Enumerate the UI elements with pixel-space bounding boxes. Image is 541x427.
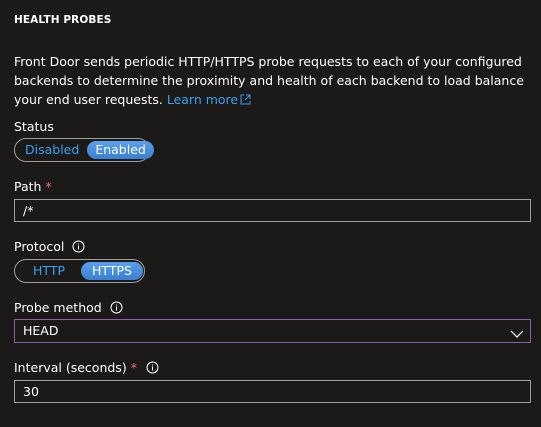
status-option-disabled[interactable]: Disabled bbox=[17, 141, 87, 159]
section-description: Front Door sends periodic HTTP/HTTPS pro… bbox=[14, 52, 529, 110]
status-option-enabled[interactable]: Enabled bbox=[87, 141, 154, 159]
info-icon[interactable] bbox=[110, 301, 123, 314]
info-icon[interactable] bbox=[146, 361, 159, 374]
external-link-icon bbox=[240, 91, 251, 110]
info-icon[interactable] bbox=[72, 240, 85, 253]
protocol-option-http[interactable]: HTTP bbox=[17, 262, 81, 280]
protocol-option-https[interactable]: HTTPS bbox=[81, 262, 143, 280]
chevron-down-icon bbox=[510, 325, 524, 338]
status-toggle[interactable]: Disabled Enabled bbox=[14, 138, 154, 162]
probe-method-label: Probe method bbox=[14, 300, 123, 315]
probe-method-value: HEAD bbox=[23, 323, 59, 338]
probe-method-select[interactable]: HEAD bbox=[14, 319, 531, 343]
path-input[interactable]: /* bbox=[14, 199, 531, 222]
required-mark: * bbox=[130, 360, 137, 375]
section-title: HEALTH PROBES bbox=[14, 14, 112, 26]
required-mark: * bbox=[45, 179, 52, 194]
protocol-toggle[interactable]: HTTP HTTPS bbox=[14, 259, 145, 283]
interval-label: Interval (seconds) * bbox=[14, 360, 159, 375]
path-label: Path * bbox=[14, 179, 52, 194]
status-label: Status bbox=[14, 119, 54, 134]
learn-more-link[interactable]: Learn more bbox=[167, 92, 251, 107]
protocol-label: Protocol bbox=[14, 239, 85, 254]
interval-input[interactable]: 30 bbox=[14, 380, 531, 403]
description-text: Front Door sends periodic HTTP/HTTPS pro… bbox=[14, 54, 524, 107]
